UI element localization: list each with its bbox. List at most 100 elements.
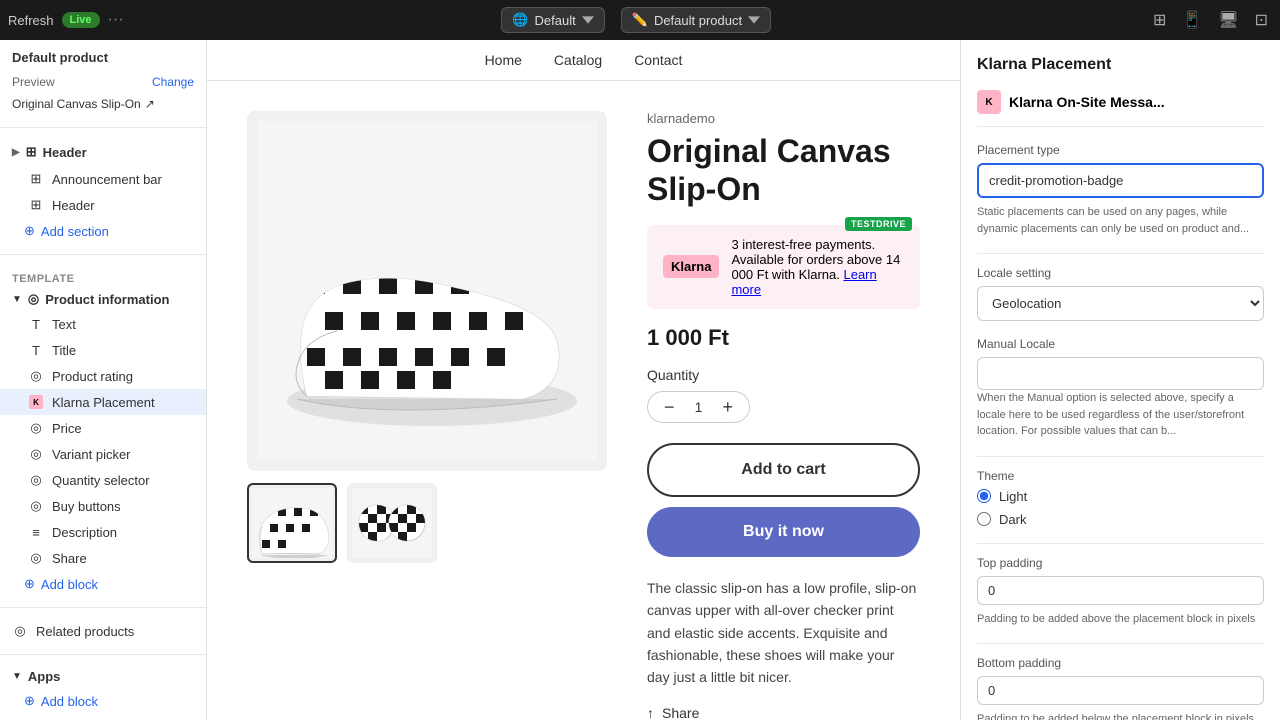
- add-block-apps-icon: ⊕: [24, 693, 35, 709]
- mobile-view-button[interactable]: 📱: [1178, 6, 1206, 34]
- klarna-app-logo: K: [977, 90, 1001, 114]
- sidebar-item-quantity-selector[interactable]: ◎ Quantity selector: [0, 467, 206, 493]
- testdrive-badge: TESTDRIVE: [845, 217, 912, 231]
- sidebar-item-related-products[interactable]: ◎ Related products: [0, 618, 206, 644]
- quantity-decrease-button[interactable]: −: [652, 396, 687, 418]
- buy-buttons-icon: ◎: [28, 498, 44, 514]
- placement-type-input[interactable]: credit-promotion-badge: [977, 163, 1264, 198]
- nav-home[interactable]: Home: [485, 52, 522, 68]
- sidebar-apps-toggle[interactable]: ▼ Apps: [0, 665, 206, 688]
- refresh-button[interactable]: Refresh: [8, 13, 54, 28]
- locale-setting-group: Locale setting Geolocation: [977, 266, 1264, 321]
- announcement-bar-icon: ⊞: [28, 171, 44, 187]
- share-row[interactable]: ↑ Share: [647, 705, 920, 720]
- add-block-icon: ⊕: [24, 576, 35, 592]
- product-details: klarnademo Original Canvas Slip-On TESTD…: [647, 111, 920, 720]
- sidebar-add-section-apps[interactable]: ⊕ Add section: [0, 714, 206, 720]
- sidebar-item-share[interactable]: ◎ Share: [0, 545, 206, 571]
- sidebar-item-product-rating[interactable]: ◎ Product rating: [0, 363, 206, 389]
- thumb-1-img: [252, 488, 332, 558]
- klarna-widget: TESTDRIVE Klarna 3 interest-free payment…: [647, 225, 920, 309]
- right-panel: Klarna Placement K Klarna On-Site Messa.…: [960, 40, 1280, 720]
- change-button[interactable]: Change: [152, 75, 194, 89]
- quantity-value: 1: [687, 399, 711, 415]
- topbar-center: 🌐 Default ✏️ Default product: [132, 7, 1141, 33]
- quantity-label: Quantity: [647, 367, 920, 383]
- theme-radio-group: Light Dark: [977, 489, 1264, 527]
- sidebar-header-toggle[interactable]: ▶ ⊞ Header: [0, 138, 206, 166]
- sidebar-item-buy-buttons[interactable]: ◎ Buy buttons: [0, 493, 206, 519]
- description-icon: ≡: [28, 524, 44, 540]
- sidebar-item-klarna[interactable]: K Klarna Placement: [0, 389, 206, 415]
- sidebar-item-title[interactable]: T Title: [0, 337, 206, 363]
- sidebar-item-header[interactable]: ⊞ Header: [0, 192, 206, 218]
- top-padding-label: Top padding: [977, 556, 1264, 570]
- sidebar-item-price[interactable]: ◎ Price: [0, 415, 206, 441]
- quantity-selector-icon: ◎: [28, 472, 44, 488]
- template-label: Template: [0, 265, 206, 287]
- nav-catalog[interactable]: Catalog: [554, 52, 602, 68]
- bottom-padding-description: Padding to be added below the placement …: [977, 711, 1264, 720]
- sidebar-divider-1: [0, 127, 206, 128]
- thumbnail-2[interactable]: [347, 483, 437, 563]
- top-padding-description: Padding to be added above the placement …: [977, 611, 1264, 628]
- canvas: Home Catalog Contact: [207, 40, 960, 720]
- thumb-2-img: [352, 488, 432, 558]
- add-to-cart-button[interactable]: Add to cart: [647, 443, 920, 497]
- theme-label: Theme: [977, 469, 1264, 483]
- placement-type-description: Static placements can be used on any pag…: [977, 204, 1264, 237]
- sidebar-related-section: ◎ Related products: [0, 612, 206, 650]
- locale-setting-label: Locale setting: [977, 266, 1264, 280]
- thumbnail-1[interactable]: [247, 483, 337, 563]
- product-title: Original Canvas Slip-On: [647, 132, 920, 209]
- locale-select[interactable]: Geolocation: [977, 286, 1264, 321]
- manual-locale-input[interactable]: [977, 357, 1264, 390]
- sidebar-product-information-toggle[interactable]: ▼ ◎ Product information: [0, 287, 206, 311]
- sidebar-default-product[interactable]: Default product: [0, 46, 206, 69]
- product-brand: klarnademo: [647, 111, 920, 126]
- sidebar-item-description[interactable]: ≡ Description: [0, 519, 206, 545]
- variant-picker-icon: ◎: [28, 446, 44, 462]
- more-options-button[interactable]: ···: [108, 11, 124, 29]
- preview-row: Preview Change: [0, 69, 206, 95]
- sidebar-header-section: ▶ ⊞ Header ⊞ Announcement bar ⊞ Header ⊕…: [0, 132, 206, 250]
- sidebar: Default product Preview Change Original …: [0, 40, 207, 720]
- related-products-icon: ◎: [12, 623, 28, 639]
- panel-divider-4: [977, 643, 1264, 644]
- panel-divider-2: [977, 456, 1264, 457]
- product-area: klarnademo Original Canvas Slip-On TESTD…: [207, 81, 960, 720]
- theme-group: Theme Light Dark: [977, 469, 1264, 527]
- layout-view-button[interactable]: ⊡: [1251, 6, 1272, 34]
- manual-locale-description: When the Manual option is selected above…: [977, 390, 1264, 440]
- sidebar-add-block-apps[interactable]: ⊕ Add block: [0, 688, 206, 714]
- product-shoe-svg: [257, 121, 597, 461]
- top-padding-input[interactable]: [977, 576, 1264, 605]
- theme-selector[interactable]: 🌐 Default: [501, 7, 604, 33]
- desktop-view-button[interactable]: 🖥: [1214, 6, 1242, 34]
- header-section-icon: ⊞: [26, 144, 37, 160]
- manual-locale-group: Manual Locale When the Manual option is …: [977, 337, 1264, 440]
- product-icon: ✏️: [632, 12, 648, 28]
- product-thumbnails: [247, 483, 607, 563]
- sidebar-item-variant-picker[interactable]: ◎ Variant picker: [0, 441, 206, 467]
- sidebar-item-text[interactable]: T Text: [0, 311, 206, 337]
- share-icon: ◎: [28, 550, 44, 566]
- product-description: The classic slip-on has a low profile, s…: [647, 577, 920, 689]
- theme-dark-option[interactable]: Dark: [977, 512, 1264, 527]
- nav-contact[interactable]: Contact: [634, 52, 682, 68]
- grid-view-button[interactable]: ⊞: [1149, 6, 1170, 34]
- product-info-icon: ◎: [28, 291, 39, 307]
- product-selector[interactable]: ✏️ Default product: [621, 7, 771, 33]
- bottom-padding-input[interactable]: [977, 676, 1264, 705]
- theme-dark-radio[interactable]: [977, 512, 991, 526]
- quantity-increase-button[interactable]: +: [711, 396, 746, 418]
- buy-now-button[interactable]: Buy it now: [647, 507, 920, 557]
- sidebar-item-announcement-bar[interactable]: ⊞ Announcement bar: [0, 166, 206, 192]
- sidebar-add-section-top[interactable]: ⊕ Add section: [0, 218, 206, 244]
- topbar: Refresh Live ··· 🌐 Default ✏️ Default pr…: [0, 0, 1280, 40]
- sidebar-add-block-product[interactable]: ⊕ Add block: [0, 571, 206, 597]
- price-icon: ◎: [28, 420, 44, 436]
- product-rating-icon: ◎: [28, 368, 44, 384]
- theme-light-option[interactable]: Light: [977, 489, 1264, 504]
- theme-light-radio[interactable]: [977, 489, 991, 503]
